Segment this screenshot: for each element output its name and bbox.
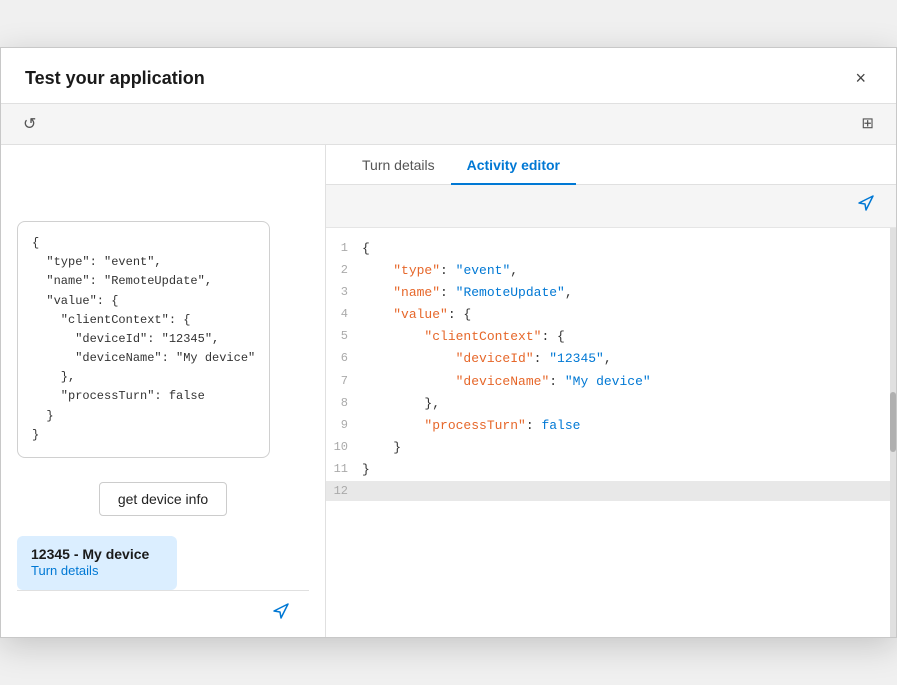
line-content: "deviceName": "My device" [362, 371, 896, 393]
line-content: "value": { [362, 304, 896, 326]
dialog: Test your application × ↺ ⊞ { "type": "e… [0, 47, 897, 638]
code-line: 6 "deviceId": "12345", [326, 348, 896, 370]
line-number: 9 [326, 415, 362, 435]
line-content: "clientContext": { [362, 326, 896, 348]
line-content: } [362, 437, 896, 459]
main-content: { "type": "event", "name": "RemoteUpdate… [1, 145, 896, 637]
line-content: "deviceId": "12345", [362, 348, 896, 370]
device-card-name: 12345 - My device [31, 546, 163, 562]
code-editor[interactable]: 1{2 "type": "event",3 "name": "RemoteUpd… [326, 228, 896, 637]
editor-lines: 1{2 "type": "event",3 "name": "RemoteUpd… [326, 238, 896, 501]
line-number: 12 [326, 481, 362, 501]
line-number: 3 [326, 282, 362, 302]
code-line: 8 }, [326, 393, 896, 415]
code-line: 2 "type": "event", [326, 260, 896, 282]
scrollbar [890, 228, 896, 637]
line-number: 1 [326, 238, 362, 258]
line-number: 5 [326, 326, 362, 346]
expand-button[interactable]: ⊞ [855, 110, 880, 137]
turn-details-link[interactable]: Turn details [31, 563, 98, 578]
toolbar: ↺ ⊞ [1, 103, 896, 145]
toolbar-left: ↺ [17, 110, 42, 138]
device-card: 12345 - My device Turn details [17, 536, 177, 590]
code-line: 3 "name": "RemoteUpdate", [326, 282, 896, 304]
line-content: { [362, 238, 896, 260]
code-line: 10 } [326, 437, 896, 459]
refresh-icon: ↺ [23, 116, 36, 133]
scrollbar-thumb [890, 392, 896, 452]
tab-turn-details[interactable]: Turn details [346, 145, 451, 185]
left-send-button[interactable] [265, 599, 297, 629]
line-content: "processTurn": false [362, 415, 896, 437]
left-send-bar [17, 590, 309, 637]
editor-send-button[interactable] [850, 191, 882, 221]
editor-toolbar [326, 185, 896, 228]
code-line: 11} [326, 459, 896, 481]
close-button[interactable]: × [849, 66, 872, 91]
left-panel: { "type": "event", "name": "RemoteUpdate… [1, 145, 326, 637]
line-content: "type": "event", [362, 260, 896, 282]
tabs: Turn details Activity editor [326, 145, 896, 185]
editor-send-icon [856, 193, 876, 213]
code-line: 7 "deviceName": "My device" [326, 371, 896, 393]
code-line: 9 "processTurn": false [326, 415, 896, 437]
get-device-info-button[interactable]: get device info [99, 482, 227, 516]
line-content: "name": "RemoteUpdate", [362, 282, 896, 304]
expand-icon: ⊞ [861, 115, 874, 132]
code-line: 1{ [326, 238, 896, 260]
line-number: 10 [326, 437, 362, 457]
line-number: 8 [326, 393, 362, 413]
line-number: 7 [326, 371, 362, 391]
code-line: 12 [326, 481, 896, 501]
json-code: { "type": "event", "name": "RemoteUpdate… [32, 236, 255, 442]
left-bottom: { "type": "event", "name": "RemoteUpdate… [17, 161, 309, 637]
refresh-button[interactable]: ↺ [17, 110, 42, 138]
code-line: 4 "value": { [326, 304, 896, 326]
line-number: 11 [326, 459, 362, 479]
titlebar: Test your application × [1, 48, 896, 103]
send-icon [271, 601, 291, 621]
line-number: 2 [326, 260, 362, 280]
line-content: } [362, 459, 896, 481]
json-bubble: { "type": "event", "name": "RemoteUpdate… [17, 221, 270, 458]
code-line: 5 "clientContext": { [326, 326, 896, 348]
tab-activity-editor[interactable]: Activity editor [451, 145, 576, 185]
line-number: 6 [326, 348, 362, 368]
right-panel: Turn details Activity editor 1{2 "type":… [326, 145, 896, 637]
line-number: 4 [326, 304, 362, 324]
line-content: }, [362, 393, 896, 415]
dialog-title: Test your application [25, 68, 205, 89]
